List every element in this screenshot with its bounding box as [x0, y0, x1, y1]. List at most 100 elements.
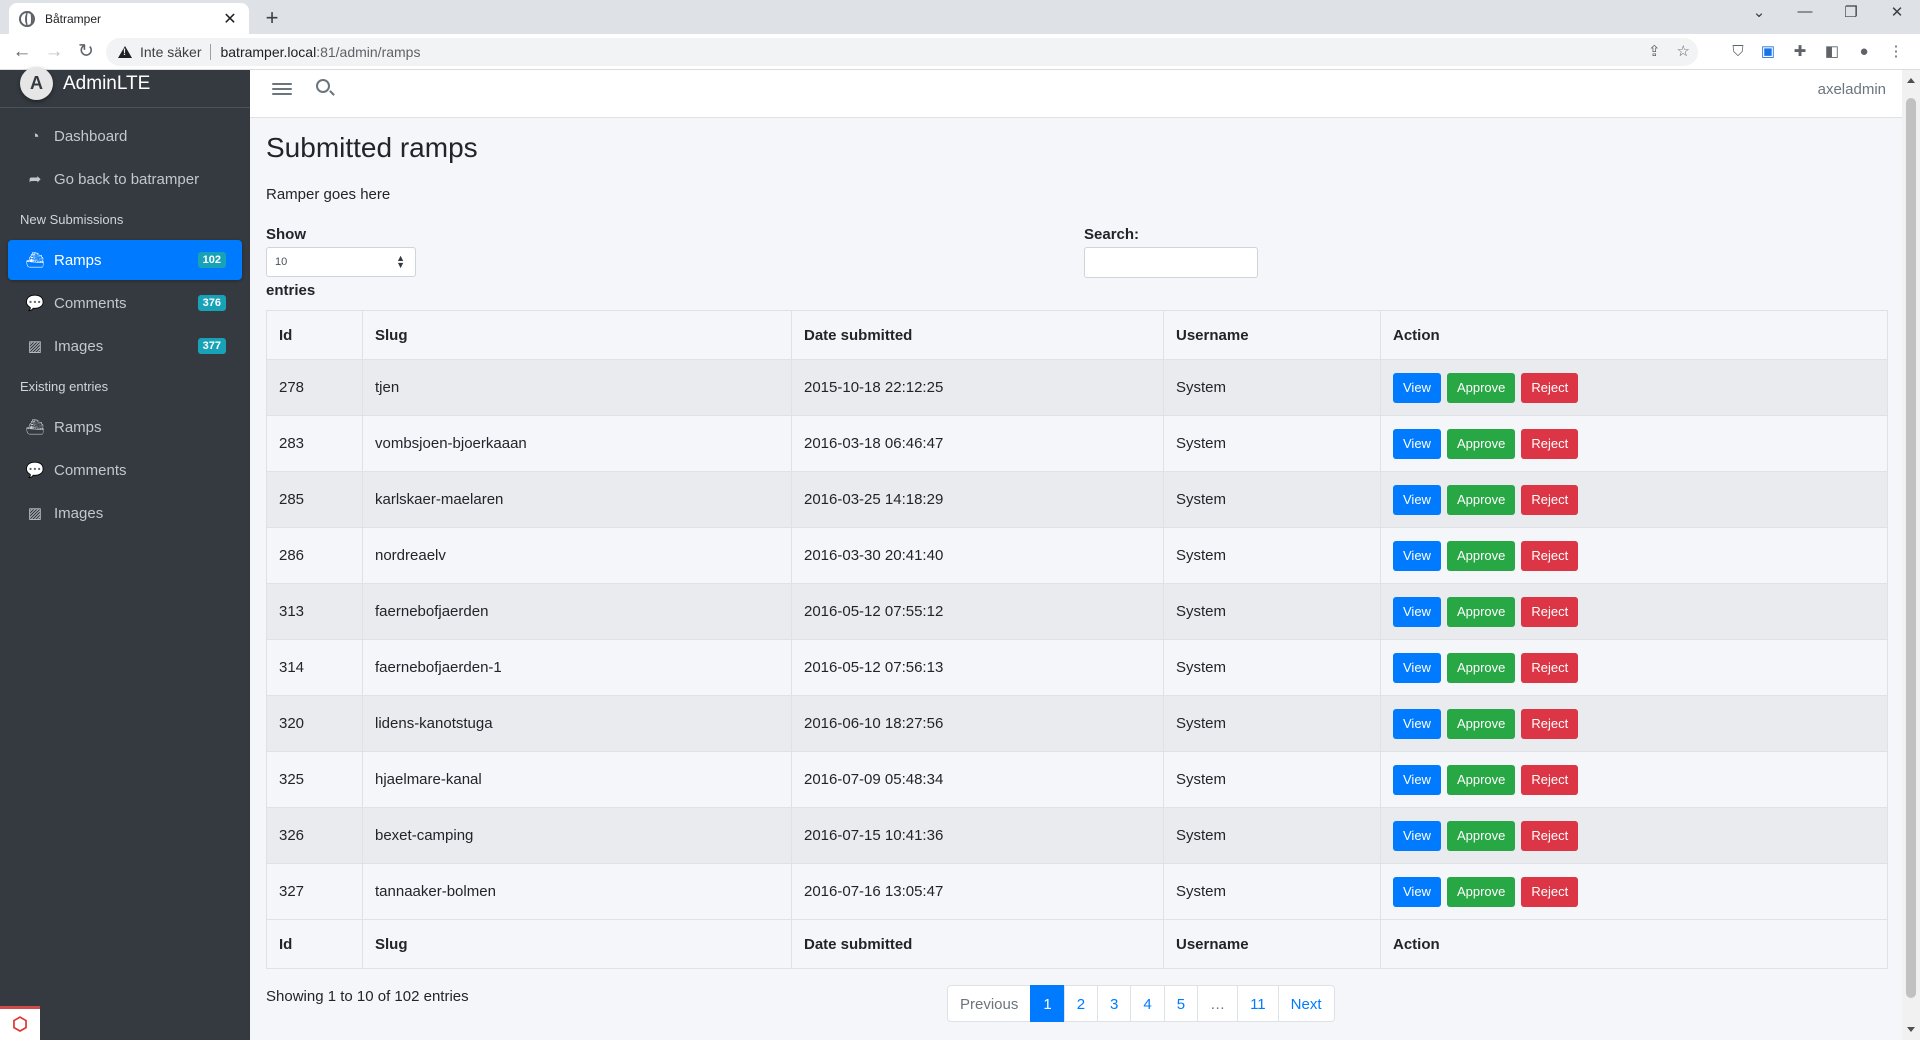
view-button[interactable]: View [1393, 484, 1441, 515]
page-title: Submitted ramps [266, 132, 478, 163]
cell-username: System [1163, 359, 1381, 416]
reject-button[interactable]: Reject [1521, 596, 1579, 627]
cell-date: 2016-06-10 18:27:56 [791, 695, 1164, 752]
view-button[interactable]: View [1393, 428, 1441, 459]
page-button-5[interactable]: 5 [1163, 985, 1199, 1022]
address-bar[interactable]: Inte säker batramper.local:81/admin/ramp… [106, 38, 1698, 66]
approve-button[interactable]: Approve [1446, 540, 1516, 571]
column-header-username[interactable]: Username [1163, 310, 1381, 360]
top-navbar: axeladmin [250, 70, 1902, 118]
approve-button[interactable]: Approve [1446, 820, 1516, 851]
reject-button[interactable]: Reject [1521, 652, 1579, 683]
laravel-debugbar-icon[interactable]: ⬡ [0, 1006, 40, 1040]
reject-button[interactable]: Reject [1521, 876, 1579, 907]
approve-button[interactable]: Approve [1446, 428, 1516, 459]
puzzle-icon[interactable]: ✚ [1790, 42, 1810, 62]
window-close-button[interactable]: ✕ [1874, 3, 1920, 21]
view-button[interactable]: View [1393, 372, 1441, 403]
column-header-id[interactable]: Id [266, 310, 363, 360]
cell-date: 2016-05-12 07:56:13 [791, 639, 1164, 696]
chevron-down-icon[interactable]: ⌄ [1736, 3, 1782, 21]
page-button-3[interactable]: 3 [1097, 985, 1132, 1022]
reject-button[interactable]: Reject [1521, 820, 1579, 851]
page-ellipsis: … [1197, 985, 1239, 1022]
minimize-button[interactable]: — [1782, 3, 1828, 20]
reject-button[interactable]: Reject [1521, 764, 1579, 795]
sidebar-item-dashboard[interactable]: ◔ Dashboard [8, 116, 242, 156]
view-button[interactable]: View [1393, 708, 1441, 739]
column-header-slug[interactable]: Slug [362, 310, 792, 360]
sidepanel-icon[interactable]: ◧ [1822, 42, 1842, 62]
table-row: 285 karlskaer-maelaren 2016-03-25 14:18:29… [266, 471, 1888, 528]
sidebar-item-go-back[interactable]: ➦ Go back to batramper [8, 159, 242, 199]
approve-button[interactable]: Approve [1446, 764, 1516, 795]
sidebar-item-label: Comments [54, 461, 127, 479]
extension-app-icon[interactable]: ▣ [1758, 42, 1778, 62]
view-button[interactable]: View [1393, 764, 1441, 795]
approve-button[interactable]: Approve [1446, 596, 1516, 627]
column-header-date-submitted[interactable]: Date submitted [791, 310, 1164, 360]
approve-button[interactable]: Approve [1446, 372, 1516, 403]
column-footer-username[interactable]: Username [1163, 919, 1381, 969]
reject-button[interactable]: Reject [1521, 540, 1579, 571]
restore-button[interactable]: ❐ [1828, 3, 1874, 21]
next-page-button[interactable]: Next [1277, 985, 1335, 1022]
reject-button[interactable]: Reject [1521, 428, 1579, 459]
view-button[interactable]: View [1393, 652, 1441, 683]
column-footer-slug[interactable]: Slug [362, 919, 792, 969]
approve-button[interactable]: Approve [1446, 484, 1516, 515]
new-tab-button[interactable]: + [260, 5, 284, 31]
scroll-up-arrow-icon[interactable] [1907, 78, 1915, 83]
view-button[interactable]: View [1393, 876, 1441, 907]
sidebar-item-existing-ramps[interactable]: ⛴ Ramps [8, 407, 242, 447]
shield-icon[interactable]: ⛉ [1728, 42, 1748, 62]
column-footer-action[interactable]: Action [1380, 919, 1888, 969]
page-button-2[interactable]: 2 [1063, 985, 1099, 1022]
approve-button[interactable]: Approve [1446, 876, 1516, 907]
cell-slug: faernebofjaerden-1 [362, 639, 792, 696]
profile-icon[interactable]: ● [1854, 42, 1874, 62]
search-icon[interactable] [316, 79, 330, 93]
sidebar-item-existing-images[interactable]: ▨ Images [8, 493, 242, 533]
page-button-1[interactable]: 1 [1030, 985, 1065, 1022]
sidebar-item-existing-comments[interactable]: 💬 Comments [8, 450, 242, 490]
view-button[interactable]: View [1393, 596, 1441, 627]
count-badge: 102 [197, 252, 226, 268]
sidebar-item-new-comments[interactable]: 💬 Comments 376 [8, 283, 242, 323]
share-icon[interactable]: ⇪ [1648, 42, 1661, 60]
close-icon[interactable]: ✕ [221, 9, 239, 29]
star-icon[interactable]: ☆ [1677, 42, 1690, 60]
brand-link[interactable]: A AdminLTE [0, 60, 250, 108]
page-button-4[interactable]: 4 [1130, 985, 1165, 1022]
column-header-action[interactable]: Action [1380, 310, 1888, 360]
sidebar-item-label: Comments [54, 294, 127, 312]
table-search-input[interactable] [1084, 247, 1258, 278]
approve-button[interactable]: Approve [1446, 708, 1516, 739]
reject-button[interactable]: Reject [1521, 484, 1579, 515]
cell-id: 326 [266, 807, 363, 864]
cell-slug: lidens-kanotstuga [362, 695, 792, 752]
browser-tab[interactable]: Båtramper ✕ [9, 3, 249, 34]
column-footer-date-submitted[interactable]: Date submitted [791, 919, 1164, 969]
table-info: Showing 1 to 10 of 102 entries [266, 988, 469, 1005]
user-name[interactable]: axeladmin [1818, 81, 1886, 98]
sidebar-item-new-images[interactable]: ▨ Images 377 [8, 326, 242, 366]
column-footer-id[interactable]: Id [266, 919, 363, 969]
page-scrollbar[interactable] [1902, 70, 1920, 1040]
previous-page-button[interactable]: Previous [947, 985, 1032, 1022]
view-button[interactable]: View [1393, 540, 1441, 571]
view-button[interactable]: View [1393, 820, 1441, 851]
scroll-down-arrow-icon[interactable] [1907, 1027, 1915, 1032]
page-button-11[interactable]: 11 [1237, 985, 1279, 1022]
reject-button[interactable]: Reject [1521, 372, 1579, 403]
sidebar-item-new-ramps[interactable]: ⛴ Ramps 102 [8, 240, 242, 280]
table-footer-row: Id Slug Date submitted Username Action [266, 919, 1888, 969]
scrollbar-thumb[interactable] [1906, 98, 1916, 998]
cell-date: 2016-07-16 13:05:47 [791, 863, 1164, 920]
entries-per-page-select[interactable]: 10 ▲ ▼ [266, 247, 416, 277]
kebab-menu-icon[interactable]: ⋮ [1886, 42, 1906, 62]
reject-button[interactable]: Reject [1521, 708, 1579, 739]
warning-icon [118, 46, 132, 58]
hamburger-menu-icon[interactable] [272, 80, 292, 100]
approve-button[interactable]: Approve [1446, 652, 1516, 683]
